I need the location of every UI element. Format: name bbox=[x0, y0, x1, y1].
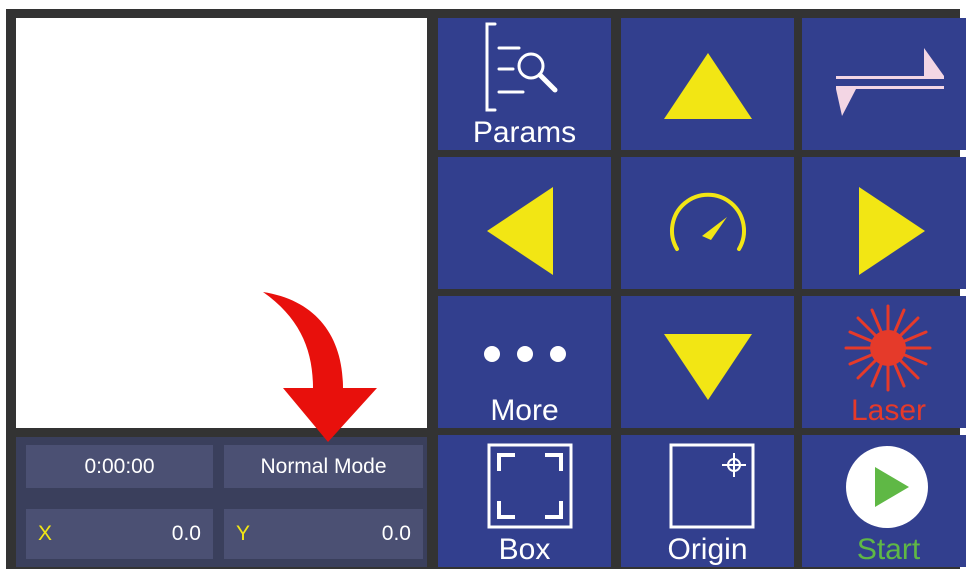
highlight-arrow-icon bbox=[263, 292, 377, 442]
y-value: 0.0 bbox=[381, 522, 411, 545]
origin-label: Origin bbox=[667, 533, 748, 566]
timer-text: 0:00:00 bbox=[84, 454, 155, 478]
origin-button[interactable]: Origin bbox=[621, 435, 794, 567]
x-axis-label: X bbox=[38, 522, 53, 545]
more-button[interactable]: More bbox=[438, 296, 611, 428]
x-value: 0.0 bbox=[171, 522, 201, 545]
document-search-icon bbox=[485, 22, 558, 112]
y-axis-label: Y bbox=[236, 522, 251, 545]
params-button[interactable]: Params bbox=[438, 18, 611, 150]
play-icon bbox=[846, 446, 928, 528]
arrow-left-icon bbox=[487, 187, 553, 275]
speed-button[interactable] bbox=[621, 157, 794, 289]
crosshair-box-icon bbox=[669, 443, 755, 529]
timer-display: 0:00:00 bbox=[26, 445, 213, 488]
start-button[interactable]: Start bbox=[802, 435, 966, 567]
frame-corners-icon bbox=[487, 443, 573, 529]
arrow-down-icon bbox=[664, 334, 752, 400]
arrow-up-icon bbox=[664, 53, 752, 119]
move-up-button[interactable] bbox=[621, 18, 794, 150]
y-coordinate: Y 0.0 bbox=[224, 509, 423, 559]
speedometer-icon bbox=[670, 192, 746, 251]
params-label: Params bbox=[472, 116, 577, 149]
x-coordinate: X 0.0 bbox=[26, 509, 213, 559]
mode-display[interactable]: Normal Mode bbox=[224, 445, 423, 488]
move-right-button[interactable] bbox=[802, 157, 966, 289]
speed-toggle-button[interactable] bbox=[802, 18, 966, 150]
move-down-button[interactable] bbox=[621, 296, 794, 428]
arrow-right-icon bbox=[859, 187, 925, 275]
swap-speed-icon bbox=[836, 48, 944, 116]
laser-burst-icon bbox=[844, 304, 932, 392]
box-button[interactable]: Box bbox=[438, 435, 611, 567]
box-label: Box bbox=[498, 533, 551, 566]
move-left-button[interactable] bbox=[438, 157, 611, 289]
laser-label: Laser bbox=[850, 394, 927, 427]
mode-text: Normal Mode bbox=[260, 454, 387, 478]
status-area: 0:00:00 Normal Mode X 0.0 Y 0.0 bbox=[16, 437, 427, 567]
start-label: Start bbox=[856, 533, 921, 566]
laser-button[interactable]: Laser bbox=[802, 296, 966, 428]
ellipsis-icon bbox=[484, 346, 566, 362]
more-label: More bbox=[490, 394, 559, 427]
